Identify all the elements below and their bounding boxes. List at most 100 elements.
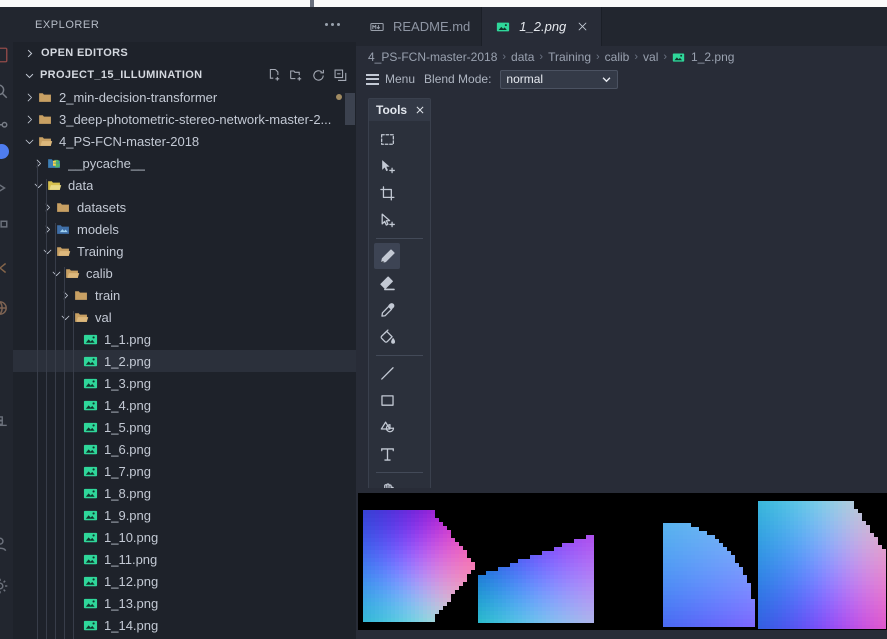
- open-editors-label: OPEN EDITORS: [41, 47, 129, 59]
- image-file-icon: [82, 507, 98, 523]
- extensions-icon[interactable]: [0, 219, 9, 237]
- run-debug-badge[interactable]: [0, 144, 9, 159]
- tree-item-label: Training: [77, 243, 124, 259]
- tab-label: 1_2.png: [519, 19, 567, 34]
- tree-item-label: datasets: [77, 199, 127, 215]
- image-icon: [495, 19, 511, 35]
- chevron-right-icon[interactable]: [57, 287, 73, 303]
- folder-icon: [73, 309, 89, 325]
- tools-panel-title: Tools: [376, 103, 408, 117]
- settings-gear-icon[interactable]: [0, 577, 9, 595]
- tree-folder-item[interactable]: 2_min-decision-transformer: [13, 86, 356, 108]
- paint-bucket-tool[interactable]: [374, 324, 400, 350]
- folder-icon: [55, 221, 71, 237]
- chevron-right-icon[interactable]: [39, 221, 55, 237]
- docker-icon[interactable]: [0, 413, 9, 431]
- tree-folder-item[interactable]: data: [13, 174, 356, 196]
- image-file-icon: [82, 595, 98, 611]
- folder-icon: [55, 199, 71, 215]
- polygon-tool[interactable]: [374, 414, 400, 440]
- sidebar-section-project[interactable]: PROJECT_15_ILLUMINATION: [13, 64, 356, 86]
- markdown-icon: [369, 19, 385, 35]
- source-control-icon[interactable]: [0, 118, 9, 136]
- tree-folder-item[interactable]: 3_deep-photometric-stereo-network-master…: [13, 108, 356, 130]
- chevron-right-icon[interactable]: [39, 199, 55, 215]
- breadcrumb-segment[interactable]: calib: [605, 50, 630, 64]
- image-file-icon: [82, 463, 98, 479]
- breadcrumb-separator-icon: ›: [663, 51, 668, 63]
- image-canvas-frame[interactable]: [358, 493, 887, 630]
- explorer-more-actions-icon[interactable]: [325, 23, 342, 26]
- menu-button[interactable]: Menu: [366, 72, 415, 86]
- close-icon[interactable]: [574, 19, 590, 35]
- breadcrumb-separator-icon: ›: [596, 51, 600, 63]
- crop-tool[interactable]: [374, 180, 400, 206]
- blend-mode-select[interactable]: normalmultiplyscreenoverlaydifference: [500, 69, 619, 89]
- blend-mode-label: Blend Mode:: [424, 72, 492, 86]
- sidebar-section-open-editors[interactable]: OPEN EDITORS: [13, 42, 356, 64]
- account-icon[interactable]: [0, 535, 9, 553]
- tools-panel: Tools: [368, 98, 431, 538]
- tree-folder-item[interactable]: __pycache__: [13, 152, 356, 174]
- collapse-all-icon[interactable]: [333, 68, 348, 83]
- tools-separator: [376, 472, 423, 473]
- tree-item-label: __pycache__: [68, 155, 146, 171]
- rectangle-select-tool[interactable]: [374, 126, 400, 152]
- explorer-title-bar: EXPLORER: [13, 7, 356, 42]
- search-icon[interactable]: [0, 82, 9, 100]
- pencil-tool[interactable]: [374, 243, 400, 269]
- rectangle-tool[interactable]: [374, 387, 400, 413]
- tree-item-label: 1_4.png: [104, 397, 151, 413]
- tree-folder-item[interactable]: Training: [13, 240, 356, 262]
- chevron-down-icon[interactable]: [39, 243, 55, 259]
- chevron-down-icon[interactable]: [48, 265, 64, 281]
- breadcrumb-segment[interactable]: Training: [548, 50, 591, 64]
- tree-folder-item[interactable]: datasets: [13, 196, 356, 218]
- breadcrumb-segment[interactable]: val: [643, 50, 658, 64]
- move-select-tool[interactable]: [374, 153, 400, 179]
- modified-indicator: [336, 94, 342, 100]
- breadcrumb-segment[interactable]: 4_PS-FCN-master-2018: [368, 50, 497, 64]
- close-icon[interactable]: [415, 105, 425, 115]
- testing-icon[interactable]: [0, 259, 9, 277]
- tree-item-label: 1_13.png: [104, 595, 159, 611]
- new-file-icon[interactable]: [267, 68, 282, 83]
- editor-tab[interactable]: README.md: [356, 7, 483, 46]
- tree-folder-item[interactable]: 4_PS-FCN-master-2018: [13, 130, 356, 152]
- text-tool[interactable]: [374, 441, 400, 467]
- editor-area: README.md 1_2.png 4_PS-FCN-master-2018 › da…: [356, 7, 887, 639]
- chevron-down-icon[interactable]: [57, 309, 73, 325]
- editor-tab[interactable]: 1_2.png: [482, 7, 603, 46]
- tree-item-label: 1_6.png: [104, 441, 151, 457]
- chevron-down-icon[interactable]: [21, 133, 37, 149]
- folder-icon: [37, 89, 53, 105]
- line-tool[interactable]: [374, 360, 400, 386]
- vscode-window: EXPLORER OPEN EDITORS PROJECT_15_ILLUMIN…: [0, 0, 887, 639]
- chevron-right-icon[interactable]: [30, 155, 46, 171]
- chevron-down-icon[interactable]: [30, 177, 46, 193]
- tree-item-label: calib: [86, 265, 113, 281]
- lasso-select-tool[interactable]: [374, 207, 400, 233]
- image-file-icon: [82, 617, 98, 633]
- eraser-tool[interactable]: [374, 270, 400, 296]
- remote-icon[interactable]: [0, 299, 9, 317]
- tree-folder-item[interactable]: models: [13, 218, 356, 240]
- breadcrumb-segment[interactable]: 1_2.png: [691, 50, 734, 64]
- explorer-scrollbar-thumb[interactable]: [345, 93, 355, 125]
- hamburger-icon: [366, 73, 379, 85]
- chevron-right-icon[interactable]: [21, 89, 37, 105]
- refresh-icon[interactable]: [311, 68, 326, 83]
- eyedropper-tool[interactable]: [374, 297, 400, 323]
- chevron-right-icon[interactable]: [21, 111, 37, 127]
- breadcrumb-separator-icon: ›: [634, 51, 639, 63]
- run-debug-icon[interactable]: [0, 179, 9, 197]
- tree-indent-guide: [46, 179, 47, 639]
- normal-map-image[interactable]: [358, 493, 887, 630]
- breadcrumb-segment[interactable]: data: [511, 50, 534, 64]
- folder-icon: [46, 177, 62, 193]
- new-folder-icon[interactable]: [289, 68, 304, 83]
- tree-indent-guide: [37, 162, 38, 639]
- tree-item-label: 1_9.png: [104, 507, 151, 523]
- tools-panel-header: Tools: [369, 99, 430, 121]
- explorer-icon[interactable]: [0, 46, 9, 64]
